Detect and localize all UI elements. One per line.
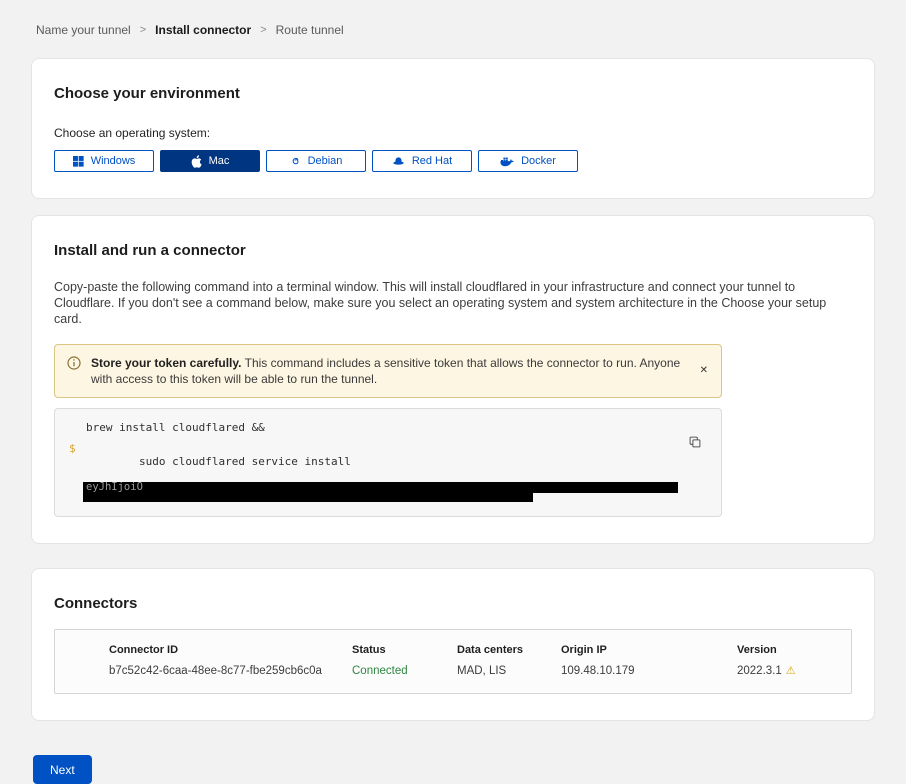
connector-id-value: b7c52c42-6caa-48ee-8c77-fbe259cb6c0a <box>109 665 352 677</box>
redacted-token-bar-2 <box>83 493 533 502</box>
apple-icon <box>191 155 202 168</box>
table-header-status: Status <box>352 644 457 656</box>
warning-bold-text: Store your token carefully. <box>91 356 242 370</box>
redacted-token-bar-1: eyJhIjoiO <box>83 482 678 493</box>
version-value: 2022.3.1⚠ <box>737 664 831 677</box>
warning-message: Store your token carefully. This command… <box>91 355 687 387</box>
status-value: Connected <box>352 665 457 677</box>
copy-icon <box>689 436 701 451</box>
table-header-version: Version <box>737 644 831 656</box>
os-button-windows[interactable]: Windows <box>54 150 154 172</box>
next-button[interactable]: Next <box>33 755 92 784</box>
debian-icon <box>290 156 301 167</box>
os-button-label: Docker <box>521 155 556 167</box>
os-select-label: Choose an operating system: <box>54 126 852 140</box>
warning-close-icon[interactable]: ✕ <box>700 366 708 376</box>
os-button-label: Windows <box>91 155 136 167</box>
tunnel-setup-page: Name your tunnel > Install connector > R… <box>0 0 906 784</box>
os-button-label: Red Hat <box>412 155 452 167</box>
token-prefix: eyJhIjoiO <box>83 482 143 493</box>
os-button-debian[interactable]: Debian <box>266 150 366 172</box>
version-warning-icon: ⚠ <box>786 665 796 677</box>
connectors-card: Connectors Connector ID Status Data cent… <box>31 568 875 721</box>
code-line-2: $sudo cloudflared service install <box>86 442 677 481</box>
table-header-origin-ip: Origin IP <box>561 644 737 656</box>
connectors-title: Connectors <box>54 595 852 612</box>
table-header-connector-id: Connector ID <box>109 644 352 656</box>
origin-ip-value: 109.48.10.179 <box>561 665 737 677</box>
data-centers-value: MAD, LIS <box>457 665 561 677</box>
os-button-mac[interactable]: Mac <box>160 150 260 172</box>
info-icon <box>67 355 81 387</box>
table-header-data-centers: Data centers <box>457 644 561 656</box>
breadcrumb-separator: > <box>260 24 266 36</box>
installer-card: Install and run a connector Copy-paste t… <box>31 215 875 544</box>
installer-description: Copy-paste the following command into a … <box>54 279 852 327</box>
breadcrumb: Name your tunnel > Install connector > R… <box>31 0 875 37</box>
windows-icon <box>73 156 84 167</box>
connectors-table: Connector ID Status Data centers Origin … <box>54 629 852 694</box>
shell-prompt: $ <box>69 442 76 455</box>
installer-title: Install and run a connector <box>54 242 852 259</box>
environment-card: Choose your environment Choose an operat… <box>31 58 875 199</box>
os-button-label: Mac <box>209 155 230 167</box>
docker-icon <box>500 156 514 167</box>
copy-button[interactable] <box>689 436 701 448</box>
breadcrumb-step-name-your-tunnel[interactable]: Name your tunnel <box>36 23 131 37</box>
redhat-icon <box>392 156 405 166</box>
os-button-docker[interactable]: Docker <box>478 150 578 172</box>
breadcrumb-step-install-connector[interactable]: Install connector <box>155 23 251 37</box>
command-code-block: brew install cloudflared && $sudo cloudf… <box>54 408 722 517</box>
os-button-label: Debian <box>308 155 343 167</box>
environment-title: Choose your environment <box>54 85 852 102</box>
token-warning-banner: Store your token carefully. This command… <box>54 344 722 398</box>
breadcrumb-step-route-tunnel[interactable]: Route tunnel <box>276 23 344 37</box>
os-button-row: Windows Mac Debian Red Hat <box>54 150 852 172</box>
code-line-1: brew install cloudflared && <box>86 421 677 434</box>
breadcrumb-separator: > <box>140 24 146 36</box>
os-button-redhat[interactable]: Red Hat <box>372 150 472 172</box>
